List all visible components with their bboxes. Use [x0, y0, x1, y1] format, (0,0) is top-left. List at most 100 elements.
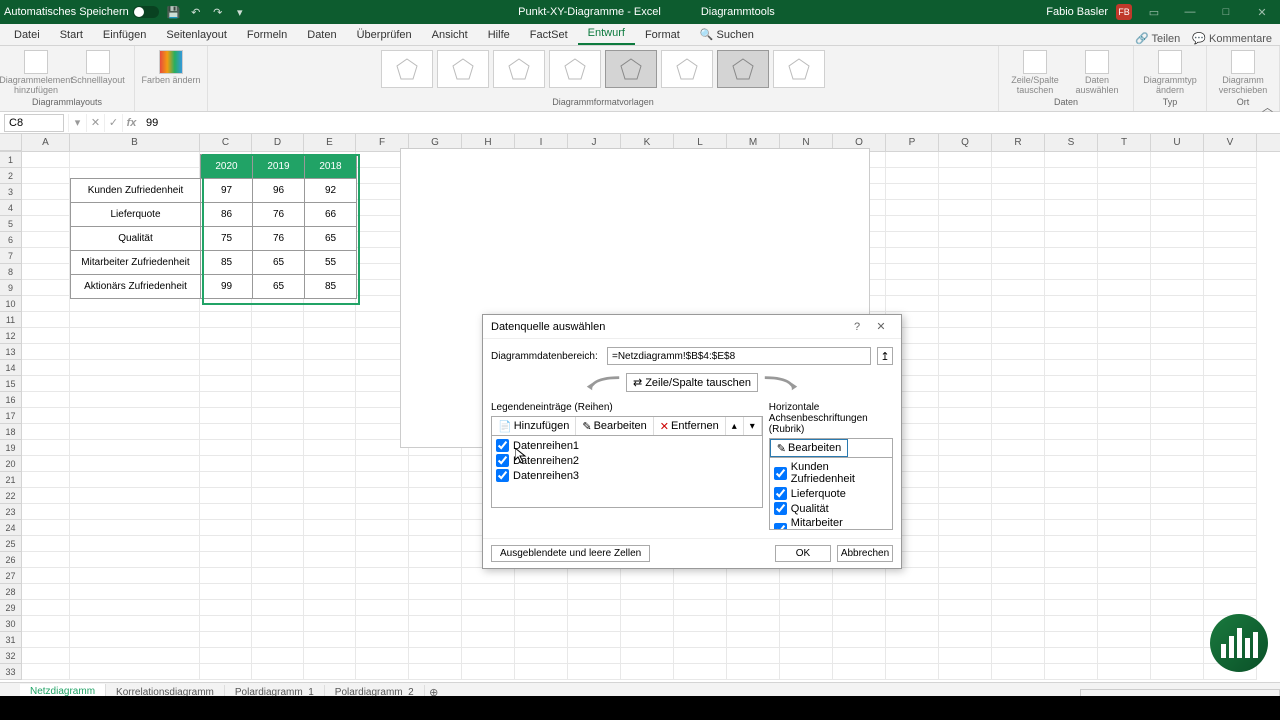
data-cell[interactable]: 85: [201, 251, 253, 275]
row-header[interactable]: 7: [0, 248, 22, 264]
category-checkbox[interactable]: [774, 487, 787, 500]
row-header[interactable]: 33: [0, 664, 22, 680]
change-chart-type-button[interactable]: Diagrammtyp ändern: [1140, 50, 1200, 96]
ribbon-mode-icon[interactable]: ▭: [1140, 4, 1168, 20]
collapse-ribbon-icon[interactable]: ︿: [1262, 99, 1276, 109]
row-header[interactable]: 2: [0, 168, 22, 184]
hidden-cells-button[interactable]: Ausgeblendete und leere Zellen: [491, 545, 650, 562]
category-checkbox[interactable]: [774, 467, 787, 480]
search-box[interactable]: 🔍 Suchen: [690, 24, 764, 45]
select-all-corner[interactable]: [0, 134, 22, 151]
add-series-button[interactable]: 📄Hinzufügen: [492, 417, 576, 435]
series-item[interactable]: Datenreihen1: [494, 438, 760, 453]
dialog-close-icon[interactable]: ✕: [869, 317, 893, 337]
data-cell[interactable]: 55: [305, 251, 357, 275]
data-cell[interactable]: 99: [201, 275, 253, 299]
style-8[interactable]: [773, 50, 825, 88]
cancel-button[interactable]: Abbrechen: [837, 545, 893, 562]
row-header[interactable]: 31: [0, 632, 22, 648]
autosave-toggle[interactable]: Automatisches Speichern: [4, 6, 159, 18]
row-header[interactable]: 20: [0, 456, 22, 472]
data-cell[interactable]: 76: [253, 203, 305, 227]
change-colors-button[interactable]: Farben ändern: [141, 50, 201, 86]
move-down-button[interactable]: ▾: [744, 417, 762, 435]
data-cell[interactable]: 65: [253, 251, 305, 275]
row-header[interactable]: 30: [0, 616, 22, 632]
row-header[interactable]: 13: [0, 344, 22, 360]
row-header[interactable]: 26: [0, 552, 22, 568]
col-header[interactable]: Q: [939, 134, 992, 151]
style-1[interactable]: [381, 50, 433, 88]
select-data-button[interactable]: Daten auswählen: [1067, 50, 1127, 96]
series-checkbox[interactable]: [496, 469, 509, 482]
qat-more-icon[interactable]: ▾: [233, 5, 247, 19]
row-header[interactable]: 17: [0, 408, 22, 424]
user-avatar[interactable]: FB: [1116, 4, 1132, 20]
ribbon-tab-datei[interactable]: Datei: [4, 25, 50, 45]
enter-formula-icon[interactable]: ✓: [104, 114, 122, 132]
row-header[interactable]: 32: [0, 648, 22, 664]
category-item[interactable]: Mitarbeiter Zufriedenheit: [772, 516, 890, 530]
name-box[interactable]: C8: [4, 114, 64, 132]
swap-rowcol-dialog-button[interactable]: ⇄Zeile/Spalte tauschen: [626, 373, 758, 392]
data-cell[interactable]: 97: [201, 179, 253, 203]
ribbon-tab-überprüfen[interactable]: Überprüfen: [347, 25, 422, 45]
data-cell[interactable]: 76: [253, 227, 305, 251]
row-header[interactable]: 11: [0, 312, 22, 328]
dialog-help-icon[interactable]: ?: [845, 317, 869, 337]
series-list[interactable]: Datenreihen1Datenreihen2Datenreihen3: [491, 436, 763, 508]
comments-button[interactable]: 💬 Kommentare: [1192, 32, 1272, 45]
chart-range-input[interactable]: [607, 347, 871, 365]
data-cell[interactable]: 85: [305, 275, 357, 299]
data-cell[interactable]: 86: [201, 203, 253, 227]
series-checkbox[interactable]: [496, 439, 509, 452]
add-chart-element-button[interactable]: Diagrammelement hinzufügen: [6, 50, 66, 96]
ribbon-tab-factset[interactable]: FactSet: [520, 25, 578, 45]
formula-input[interactable]: 99: [140, 117, 1280, 129]
ribbon-tab-ansicht[interactable]: Ansicht: [422, 25, 478, 45]
remove-series-button[interactable]: ✕Entfernen: [654, 417, 726, 435]
category-item[interactable]: Qualität: [772, 501, 890, 516]
maximize-icon[interactable]: □: [1212, 4, 1240, 20]
row-header[interactable]: 14: [0, 360, 22, 376]
row-header[interactable]: 29: [0, 600, 22, 616]
series-checkbox[interactable]: [496, 454, 509, 467]
col-header[interactable]: V: [1204, 134, 1257, 151]
edit-axis-button[interactable]: ✎Bearbeiten: [770, 439, 848, 457]
category-checkbox[interactable]: [774, 523, 787, 531]
series-item[interactable]: Datenreihen3: [494, 468, 760, 483]
series-item[interactable]: Datenreihen2: [494, 453, 760, 468]
quick-layout-button[interactable]: Schnelllayout: [68, 50, 128, 86]
row-header[interactable]: 8: [0, 264, 22, 280]
ribbon-tab-entwurf[interactable]: Entwurf: [578, 23, 635, 45]
category-checkbox[interactable]: [774, 502, 787, 515]
edit-series-button[interactable]: ✎Bearbeiten: [576, 417, 653, 435]
col-header[interactable]: U: [1151, 134, 1204, 151]
ribbon-tab-einfügen[interactable]: Einfügen: [93, 25, 156, 45]
style-6[interactable]: [661, 50, 713, 88]
col-header[interactable]: E: [304, 134, 356, 151]
namebox-dropdown-icon[interactable]: ▾: [68, 114, 86, 132]
share-button[interactable]: 🔗 Teilen: [1135, 32, 1180, 45]
ok-button[interactable]: OK: [775, 545, 831, 562]
ribbon-tab-start[interactable]: Start: [50, 25, 93, 45]
row-header[interactable]: 1: [0, 152, 22, 168]
move-up-button[interactable]: ▴: [726, 417, 744, 435]
row-header[interactable]: 16: [0, 392, 22, 408]
data-cell[interactable]: 65: [253, 275, 305, 299]
row-header[interactable]: 5: [0, 216, 22, 232]
swap-rowcol-button[interactable]: Zeile/Spalte tauschen: [1005, 50, 1065, 96]
style-3[interactable]: [493, 50, 545, 88]
collapse-range-icon[interactable]: ↥: [877, 347, 893, 365]
col-header[interactable]: A: [22, 134, 70, 151]
row-header[interactable]: 4: [0, 200, 22, 216]
style-4[interactable]: [549, 50, 601, 88]
redo-icon[interactable]: ↷: [211, 5, 225, 19]
row-header[interactable]: 28: [0, 584, 22, 600]
undo-icon[interactable]: ↶: [189, 5, 203, 19]
col-header[interactable]: S: [1045, 134, 1098, 151]
close-icon[interactable]: ✕: [1248, 4, 1276, 20]
category-list[interactable]: Kunden ZufriedenheitLieferquoteQualitätM…: [769, 458, 893, 530]
col-header[interactable]: C: [200, 134, 252, 151]
row-header[interactable]: 27: [0, 568, 22, 584]
